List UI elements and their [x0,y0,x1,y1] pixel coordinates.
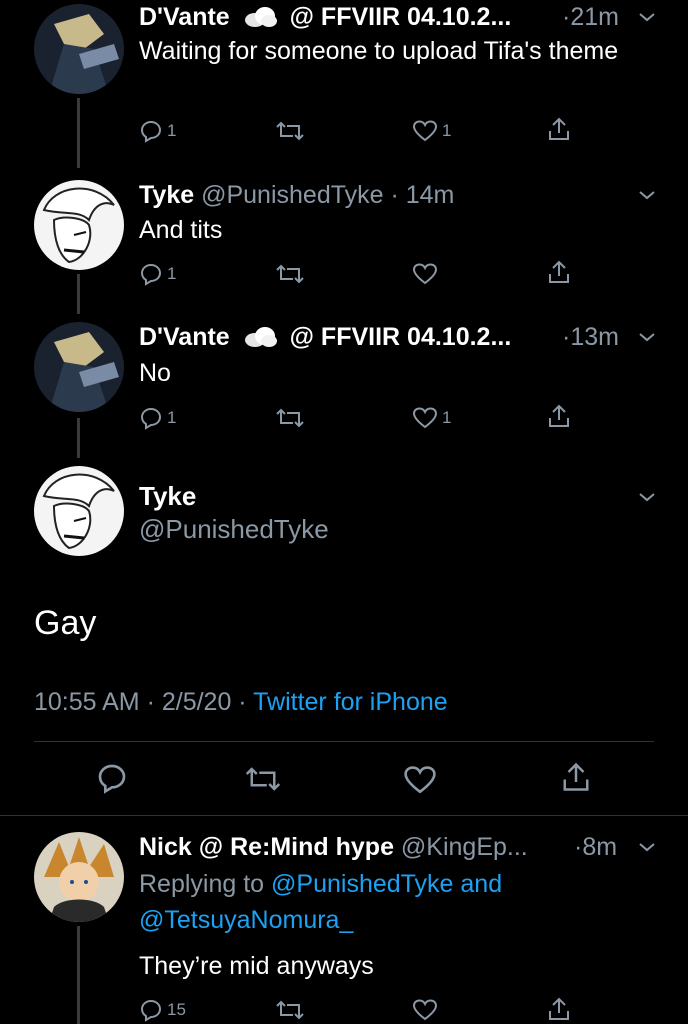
reply-button[interactable]: 1 [139,262,176,286]
like-button[interactable] [403,764,437,796]
reply-button[interactable]: 15 [139,998,186,1022]
retweet-button[interactable] [244,764,282,794]
retweet-icon [245,767,281,791]
share-button[interactable] [547,259,571,285]
tweet-header: D'Vante @ FFVIIR 04.10.2... [139,322,628,352]
handle[interactable]: @ FFVIIR 04.10.2... [290,323,512,351]
reply-count: 1 [167,408,177,427]
tweet-meta: 10:55 AM · 2/5/20 · Twitter for iPhone [34,688,448,717]
thread-line [77,98,80,168]
handle[interactable]: @KingEp... [401,833,528,861]
reply-count: 1 [167,264,177,283]
tweet-timestamp: 10:55 AM · 2/5/20 · [34,688,254,716]
share-button[interactable] [547,996,571,1022]
mention-link[interactable]: @PunishedTyke [271,870,453,898]
retweet-button[interactable] [275,998,305,1022]
avatar[interactable] [34,466,124,556]
retweet-icon [276,408,304,428]
timestamp: ·13m [562,323,619,351]
share-button[interactable] [547,116,571,142]
reply-button[interactable]: 1 [139,406,176,430]
heart-icon [404,766,436,794]
handle[interactable]: @ FFVIIR 04.10.2... [290,3,512,31]
share-icon [549,404,569,427]
tweet-text: No [139,359,171,387]
tweet-text: Waiting for someone to upload Tifa's the… [139,37,619,65]
like-button[interactable] [412,262,438,286]
chevron-down-icon[interactable] [638,328,656,346]
thread-line [77,418,80,458]
like-count: 1 [442,408,452,427]
retweet-icon [276,1000,304,1020]
like-count: 1 [442,121,452,140]
share-button[interactable] [561,760,591,794]
like-button[interactable]: 1 [412,119,451,143]
reply-count: 15 [167,1000,186,1019]
tweet-text: Gay [34,604,97,642]
avatar[interactable] [34,832,124,922]
retweet-button[interactable] [275,406,305,430]
avatar[interactable] [34,322,124,412]
timestamp: · 14m [390,181,455,209]
avatar[interactable] [34,4,124,94]
source-link[interactable]: Twitter for iPhone [253,688,448,716]
replying-to: Replying to @PunishedTyke and @TetsuyaNo… [139,866,659,938]
handle[interactable]: @PunishedTyke [139,514,329,545]
heart-icon [412,999,438,1021]
tweet-text: And tits [139,216,223,244]
tweet-header: D'Vante @ FFVIIR 04.10.2... [139,2,628,32]
like-button[interactable] [412,998,438,1022]
share-button[interactable] [547,403,571,429]
share-icon [563,762,589,791]
share-icon [549,260,569,283]
share-icon [549,997,569,1020]
handle[interactable]: @PunishedTyke [201,181,383,209]
divider [34,741,654,742]
display-name[interactable]: D'Vante [139,323,230,351]
heart-icon [412,263,438,285]
replying-and: and [453,870,503,898]
thread-line [77,274,80,314]
tweet-text: They’re mid anyways [139,952,374,980]
reply-button[interactable] [96,762,128,794]
divider [0,815,688,816]
like-button[interactable]: 1 [412,406,451,430]
tweet-header: Tyke @PunishedTyke · 14m [139,180,628,210]
reply-icon [98,764,126,794]
cloud-icon [243,5,277,27]
chevron-down-icon[interactable] [638,8,656,26]
replying-prefix: Replying to [139,870,272,898]
chevron-down-icon[interactable] [638,488,656,506]
mention-link[interactable]: @TetsuyaNomura_ [139,906,353,934]
retweet-icon [276,121,304,141]
display-name[interactable]: Nick @ Re:Mind hype [139,833,394,861]
heart-icon [412,407,438,429]
retweet-icon [276,264,304,284]
display-name[interactable]: Tyke [139,181,194,209]
tweet-header: Nick @ Re:Mind hype @KingEp... [139,832,628,862]
reply-icon [140,999,162,1022]
heart-icon [412,120,438,142]
cloud-icon [243,325,277,347]
reply-count: 1 [167,121,177,140]
share-icon [549,117,569,140]
thread-line [77,926,80,1024]
retweet-button[interactable] [275,262,305,286]
chevron-down-icon[interactable] [638,186,656,204]
display-name[interactable]: Tyke [139,481,196,512]
retweet-button[interactable] [275,119,305,143]
timestamp: ·8m [574,833,618,861]
display-name[interactable]: D'Vante [139,3,230,31]
timestamp: ·21m [562,3,619,31]
reply-icon [140,263,162,286]
reply-button[interactable]: 1 [139,119,176,143]
avatar[interactable] [34,180,124,270]
reply-icon [140,120,162,143]
reply-icon [140,407,162,430]
chevron-down-icon[interactable] [638,838,656,856]
